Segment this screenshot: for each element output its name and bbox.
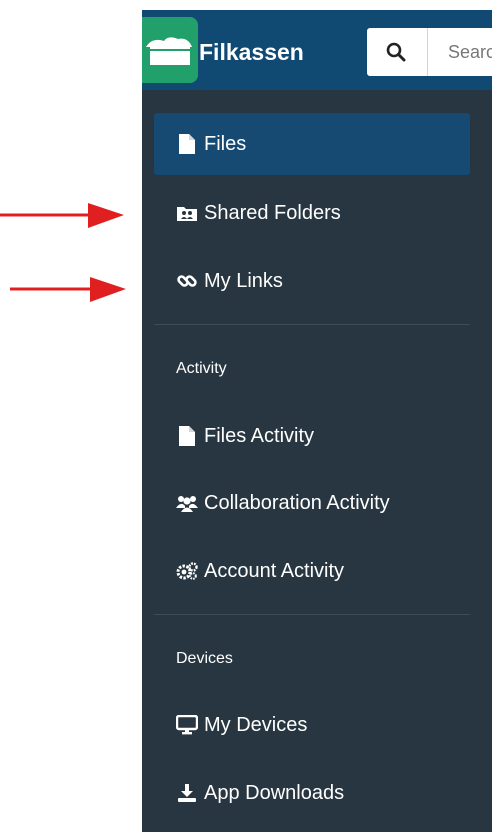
sidebar-item-label: Files Activity (204, 424, 315, 447)
shared-folder-icon (176, 202, 198, 224)
cloud-folder-icon (146, 37, 192, 65)
sidebar-item-files-activity[interactable]: Files Activity (154, 405, 470, 467)
section-label-activity: Activity (176, 360, 227, 377)
sidebar-item-app-downloads[interactable]: App Downloads (154, 762, 470, 824)
brand-name[interactable]: Filkassen (199, 38, 304, 66)
users-icon (176, 492, 198, 514)
page: Filkassen Files Shared Folders My Links (0, 0, 492, 832)
sidebar-item-my-devices[interactable]: My Devices (154, 694, 470, 756)
link-icon (176, 270, 198, 292)
annotation-arrow-shared-folders-icon (0, 203, 124, 228)
sidebar-item-label: Collaboration Activity (204, 491, 390, 514)
cogs-icon (176, 560, 198, 582)
sidebar-item-label: App Downloads (204, 781, 345, 804)
sidebar-item-my-links[interactable]: My Links (154, 250, 470, 312)
sidebar: Files Shared Folders My Links Activity F… (142, 90, 492, 832)
section-divider (154, 614, 470, 615)
download-icon (176, 782, 198, 804)
file-icon (176, 425, 198, 447)
search-button[interactable] (367, 28, 428, 76)
sidebar-item-collaboration-activity[interactable]: Collaboration Activity (154, 472, 470, 534)
sidebar-item-label: Files (204, 132, 247, 155)
sidebar-item-label: Account Activity (204, 559, 345, 582)
search-icon (386, 42, 406, 62)
sidebar-item-shared-folders[interactable]: Shared Folders (154, 182, 470, 244)
sidebar-item-files[interactable]: Files (154, 113, 470, 175)
sidebar-item-label: Shared Folders (204, 201, 341, 224)
sidebar-item-label: My Devices (204, 713, 308, 736)
sidebar-item-account-activity[interactable]: Account Activity (154, 540, 470, 602)
section-label-devices: Devices (176, 650, 233, 667)
brand-logo[interactable] (142, 17, 198, 83)
section-divider (154, 324, 470, 325)
desktop-icon (176, 714, 198, 736)
sidebar-item-label: My Links (204, 269, 283, 292)
annotation-arrow-my-links-icon (10, 277, 126, 302)
search-input[interactable] (428, 28, 492, 76)
file-icon (176, 133, 198, 155)
